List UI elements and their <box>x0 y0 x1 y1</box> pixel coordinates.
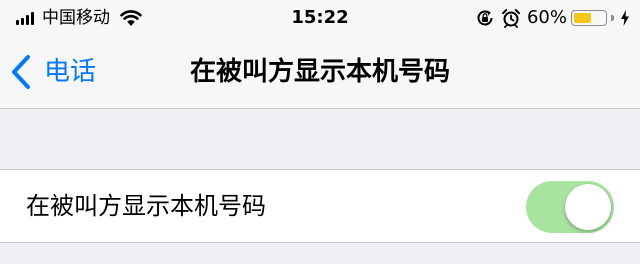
page-title: 在被叫方显示本机号码 <box>189 57 450 87</box>
alarm-icon <box>501 9 520 28</box>
battery-level-fill <box>574 13 591 23</box>
chevron-left-icon <box>12 55 30 89</box>
back-label[interactable]: 电话 <box>44 52 96 92</box>
status-right: 60% <box>475 6 630 30</box>
navigation-bar: 电话 在被叫方显示本机号码 <box>0 36 640 109</box>
toggle-knob[interactable] <box>565 184 611 230</box>
orientation-lock-icon <box>477 10 493 26</box>
setting-row-show-caller-id: 在被叫方显示本机号码 <box>0 169 640 243</box>
battery-cap <box>611 15 614 21</box>
back-button[interactable]: 电话 <box>10 52 96 92</box>
battery-percentage: 60% <box>526 7 567 28</box>
setting-label: 在被叫方显示本机号码 <box>26 192 266 220</box>
charging-bolt-icon <box>621 10 629 26</box>
show-caller-id-toggle[interactable] <box>526 181 614 233</box>
battery-icon <box>571 10 607 26</box>
status-bar: 中国移动 15:22 60% <box>0 0 640 36</box>
